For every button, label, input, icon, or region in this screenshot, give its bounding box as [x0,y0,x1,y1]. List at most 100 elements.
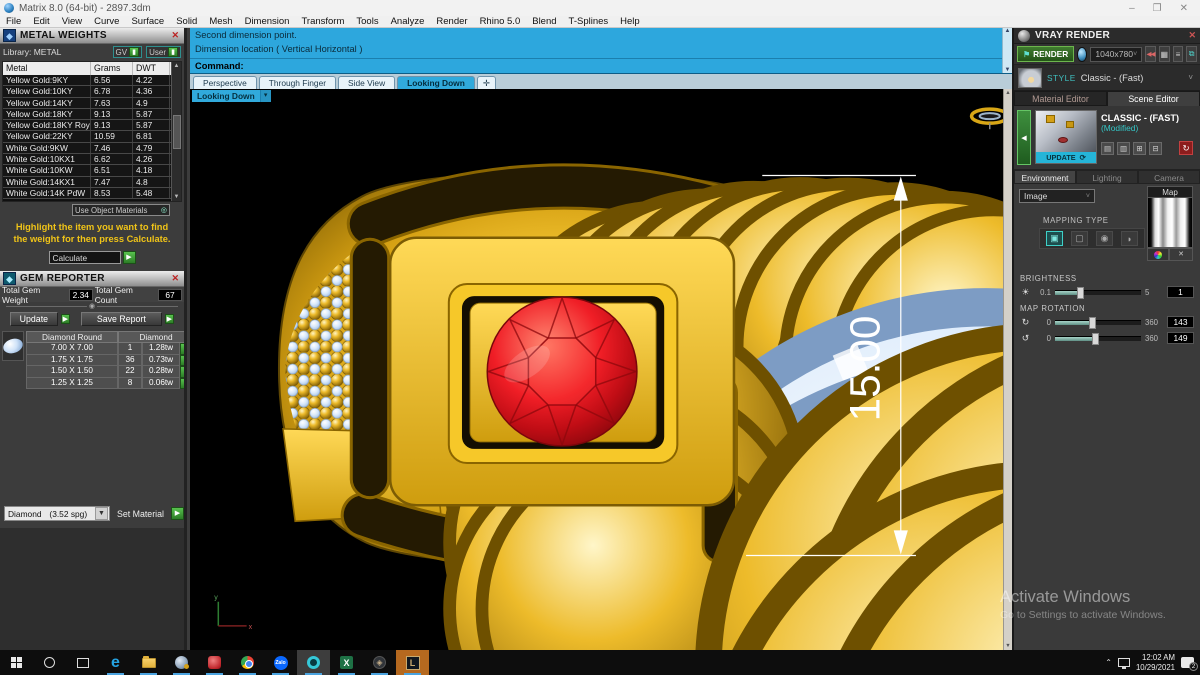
horizontal-rotation-slider[interactable] [1055,316,1141,329]
calculate-button[interactable]: ▶ [122,251,136,265]
menu-view[interactable]: View [56,16,88,27]
brightness-slider[interactable] [1055,286,1141,299]
scroll-down-icon[interactable]: ▼ [1005,67,1011,73]
scroll-up-icon[interactable]: ▲ [1005,90,1010,96]
menu-t-splines[interactable]: T-Splines [563,16,615,27]
menu-rhino-5-0[interactable]: Rhino 5.0 [474,16,527,27]
gem-row[interactable]: 7.00 X 7.0011.28tw▶ [26,343,184,355]
scrollbar-thumb[interactable] [172,114,181,149]
gem-row-go-button[interactable]: ▶ [180,343,184,355]
taskbar-league-app[interactable]: L [396,650,429,675]
viewport-view-label[interactable]: Looking Down ▾ [192,90,271,102]
render-button[interactable]: ⚑ RENDER [1017,46,1075,62]
tray-expand-icon[interactable]: ⌃ [1105,658,1112,667]
menu-curve[interactable]: Curve [88,16,125,27]
metal-row[interactable]: Yellow Gold:10KY 6.78 4.36 [3,86,181,98]
vray-header[interactable]: VRAY RENDER ✕ [1014,28,1200,44]
ring-3d-model[interactable]: 15.00 x y [190,89,1012,650]
metal-row[interactable]: White Gold:14K PdW 8.53 5.48 [3,187,181,200]
batch-render-button[interactable]: ⧉ [1186,46,1197,62]
update-button[interactable]: Update [10,312,58,327]
scroll-up-icon[interactable]: ▲ [1005,28,1011,34]
user-toggle[interactable]: User ▮ [146,46,181,58]
tab-lighting[interactable]: Lighting [1076,170,1138,184]
command-prompt[interactable]: Command: [190,58,1002,73]
gem-row-go-button[interactable]: ▶ [180,354,184,367]
mapping-dome-button[interactable]: ◗ [1121,231,1138,246]
reset-preset-button[interactable]: ↻ [1179,141,1193,155]
tab-through-finger[interactable]: Through Finger [258,76,337,89]
taskbar-zalo[interactable]: Zalo [264,650,297,675]
update-preview-button[interactable]: UPDATE ⟳ [1036,152,1096,163]
taskbar-jewelry-app[interactable] [165,650,198,675]
metal-table-scrollbar[interactable]: ▲ ▼ [171,62,181,201]
gv-toggle-button[interactable]: ▮ [129,47,140,57]
menu-blend[interactable]: Blend [526,16,562,27]
user-toggle-button[interactable]: ▮ [168,47,178,57]
tab-scene-editor[interactable]: Scene Editor [1107,91,1200,106]
vray-close-icon[interactable]: ✕ [1188,30,1196,41]
environment-type-dropdown[interactable]: Image ˅ [1019,189,1095,203]
metal-row[interactable]: Yellow Gold:14KY 7.63 4.9 [3,97,181,109]
render-region-button[interactable] [1077,46,1088,62]
metal-row[interactable]: White Gold:10KW 6.51 4.18 [3,165,181,177]
gem-row[interactable]: 1.75 X 1.75360.73tw▶ [26,354,184,367]
view-menu-icon[interactable]: ▾ [259,90,271,102]
use-object-materials-dropdown[interactable]: Use Object Materials ◎ [72,204,170,216]
tab-looking-down[interactable]: Looking Down [397,76,475,89]
close-button[interactable]: ✕ [1180,3,1188,14]
menu-edit[interactable]: Edit [27,16,55,27]
metal-row[interactable]: Yellow Gold:18KY Royal 9.13 5.87 [3,120,181,132]
gem-row-go-button[interactable]: ▶ [180,366,184,378]
render-log-button[interactable]: ≡ [1172,46,1184,62]
restore-button[interactable]: ❐ [1153,3,1162,14]
scroll-down-icon[interactable]: ▼ [1005,643,1010,649]
brightness-value[interactable]: 1 [1167,286,1194,298]
viewport-canvas[interactable]: Looking Down ▾ 15.00 x y ▲ ▼ [190,89,1012,650]
rewind-button[interactable]: ◀◀ [1145,46,1156,62]
gem-material-dropdown[interactable]: Diamond (3.52 spg) ▼ [4,506,110,521]
map-color-button[interactable] [1147,248,1169,261]
scroll-down-icon[interactable]: ▼ [174,194,180,200]
command-history-panel[interactable]: Second dimension point. Dimension locati… [190,28,1012,74]
menu-file[interactable]: File [0,16,27,27]
menu-mesh[interactable]: Mesh [203,16,238,27]
tab-perspective[interactable]: Perspective [193,76,257,89]
vertical-rotation-value[interactable]: 149 [1167,332,1194,344]
notification-icon[interactable]: 2 [1181,657,1198,671]
chevron-down-icon[interactable]: ˅ [1188,73,1196,82]
tab-material-editor[interactable]: Material Editor [1014,91,1107,106]
menu-analyze[interactable]: Analyze [385,16,431,27]
gv-toggle[interactable]: GV ▮ [112,46,143,58]
vertical-rotation-slider[interactable] [1055,332,1141,345]
command-history-line[interactable]: Dimension location ( Vertical Horizontal… [190,42,1012,56]
metal-weights-close-icon[interactable]: ✕ [169,30,181,41]
map-clear-button[interactable]: ✕ [1169,248,1193,261]
scroll-up-icon[interactable]: ▲ [174,63,180,69]
task-view-button[interactable] [66,650,99,675]
taskbar-chrome[interactable] [231,650,264,675]
save-report-go-button[interactable]: ▶ [164,314,174,325]
taskbar-game-app[interactable] [198,650,231,675]
style-row[interactable]: STYLE Classic - (Fast) ˅ [1014,65,1200,91]
taskbar-utility-app[interactable]: ◈ [363,650,396,675]
add-preset-icon[interactable]: ⊞ [1133,141,1146,155]
taskbar-clock[interactable]: 12:02 AM 10/29/2021 [1136,653,1175,672]
tab-environment[interactable]: Environment [1014,170,1076,184]
update-go-button[interactable]: ▶ [60,314,71,325]
save-preset-icon[interactable]: ▤ [1101,141,1114,155]
metal-row[interactable]: Yellow Gold:22KY 10.59 6.81 [3,131,181,143]
mapping-cube-button[interactable]: ▢ [1071,231,1088,246]
viewport-scrollbar[interactable]: ▲ ▼ [1003,89,1012,650]
horizontal-rotation-value[interactable]: 143 [1167,316,1194,328]
taskbar-excel[interactable]: X [330,650,363,675]
calculate-field[interactable]: Calculate [48,251,121,265]
metal-row[interactable]: White Gold:14KX1 7.47 4.8 [3,176,181,188]
load-preset-icon[interactable]: ▥ [1117,141,1130,155]
minimize-button[interactable]: – [1129,3,1135,14]
map-thumbnail[interactable] [1147,198,1193,248]
command-scrollbar[interactable]: ▲ ▼ [1002,28,1012,73]
metal-row[interactable]: Yellow Gold:18KY 9.13 5.87 [3,108,181,121]
scene-preview-thumbnail[interactable]: UPDATE ⟳ [1035,110,1097,164]
network-icon[interactable] [1117,658,1130,669]
